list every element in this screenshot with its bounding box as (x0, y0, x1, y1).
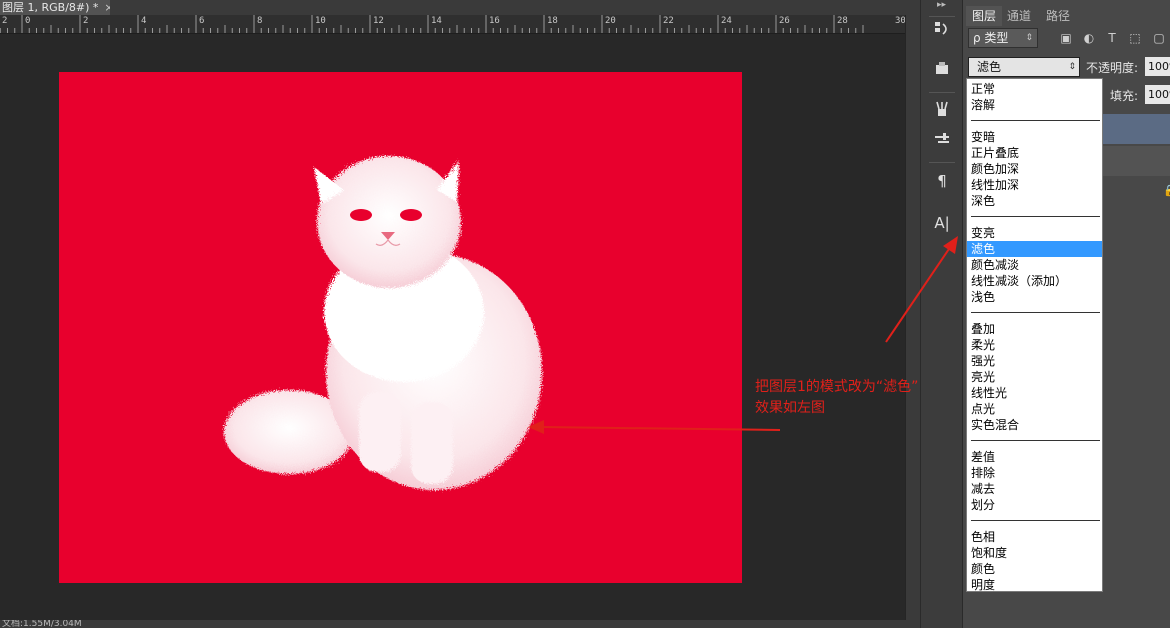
tool-separator (929, 162, 955, 163)
blend-mode-option[interactable]: 明度 (967, 577, 1102, 593)
blend-mode-option[interactable]: 排除 (967, 465, 1102, 481)
type-filter-icon[interactable]: T (1104, 30, 1120, 46)
filter-row: ρ 类型 ⇕ ▣ ◐ T ⬚ ▢ (963, 28, 1170, 50)
layer-row[interactable] (1103, 146, 1170, 176)
brush-tool-icon[interactable] (930, 100, 954, 122)
blend-mode-option[interactable]: 亮光 (967, 369, 1102, 385)
status-bar: 文档:1.55M/3.04M (0, 620, 920, 628)
ruler-label: 12 (373, 16, 384, 26)
tab-bar (110, 0, 920, 15)
filter-kind-select[interactable]: ρ 类型 ⇕ (968, 28, 1038, 48)
3d-tool-icon[interactable] (930, 60, 954, 82)
adjustment-tool-icon[interactable] (930, 130, 954, 152)
blend-mode-option[interactable]: 差值 (967, 449, 1102, 465)
ruler-label: 2 (2, 16, 8, 26)
ruler-label: 18 (547, 16, 558, 26)
shape-filter-icon[interactable]: ⬚ (1127, 30, 1143, 46)
pixel-filter-icon[interactable]: ▣ (1058, 30, 1074, 46)
blend-group-separator (971, 312, 1100, 313)
panel-tabs: 图层 通道 路径 (963, 6, 1170, 26)
annotation-text: 把图层1的模式改为“滤色” 效果如左图 (755, 377, 918, 419)
blend-group-separator (971, 440, 1100, 441)
blend-mode-option[interactable]: 线性光 (967, 385, 1102, 401)
vertical-scrollbar[interactable] (905, 15, 920, 620)
blend-mode-option[interactable]: 深色 (967, 193, 1102, 209)
blend-mode-option[interactable]: 色相 (967, 529, 1102, 545)
blend-mode-option[interactable]: 颜色加深 (967, 161, 1102, 177)
panel-tool-strip: ▸▸ ¶ A| (920, 0, 962, 628)
blend-mode-option[interactable]: 颜色减淡 (967, 257, 1102, 273)
blend-mode-option[interactable]: 正常 (967, 81, 1102, 97)
adjustment-filter-icon[interactable]: ◐ (1081, 30, 1097, 46)
blend-mode-option[interactable]: 溶解 (967, 97, 1102, 113)
tab-paths[interactable]: 路径 (1040, 6, 1076, 26)
document-size-text: 文档:1.55M/3.04M (2, 620, 82, 628)
blend-mode-option[interactable]: 正片叠底 (967, 145, 1102, 161)
history-tool-icon[interactable] (930, 20, 954, 42)
ruler-label: 14 (431, 16, 442, 26)
ruler-label: 8 (257, 16, 263, 26)
ruler-label: 6 (199, 16, 205, 26)
ruler-label: 26 (779, 16, 790, 26)
ruler-label: 4 (141, 16, 147, 26)
ruler-label: 24 (721, 16, 732, 26)
blend-mode-option[interactable]: 线性减淡（添加） (967, 273, 1102, 289)
tool-separator (929, 16, 955, 17)
ruler-label: 2 (83, 16, 89, 26)
blend-mode-option[interactable]: 饱和度 (967, 545, 1102, 561)
blend-group-separator (971, 120, 1100, 121)
opacity-label: 不透明度: (1086, 61, 1139, 75)
horizontal-ruler: 2024681012141618202224262830323436384042… (0, 15, 905, 34)
ruler-label: 10 (315, 16, 326, 26)
blend-mode-option[interactable]: 划分 (967, 497, 1102, 513)
tool-separator (929, 92, 955, 93)
fill-label: 填充: (1110, 89, 1139, 103)
filter-kind-label: ρ 类型 (973, 31, 1009, 45)
blend-mode-option[interactable]: 颜色 (967, 561, 1102, 577)
tab-channels[interactable]: 通道 (1001, 6, 1037, 26)
tab-layers[interactable]: 图层 (966, 6, 1003, 26)
ruler-label: 30 (895, 16, 905, 26)
paragraph-icon[interactable]: ¶ (930, 170, 954, 192)
ruler-label: 0 (25, 16, 31, 26)
ruler-ticks (0, 15, 864, 33)
blend-mode-option[interactable]: 强光 (967, 353, 1102, 369)
blend-mode-option[interactable]: 线性加深 (967, 177, 1102, 193)
fill-input[interactable]: 100% (1145, 85, 1170, 104)
blend-mode-option[interactable]: 叠加 (967, 321, 1102, 337)
document-canvas[interactable] (59, 72, 742, 583)
blend-mode-option[interactable]: 减去 (967, 481, 1102, 497)
blend-mode-select[interactable]: 滤色 ⇕ (968, 57, 1080, 77)
smart-object-filter-icon[interactable]: ▢ (1151, 30, 1167, 46)
annotation-line-1: 把图层1的模式改为“滤色” (755, 379, 919, 395)
document-tab-title: 图层 1, RGB/8#) * (2, 1, 99, 14)
blend-mode-option[interactable]: 变亮 (967, 225, 1102, 241)
cat-image (224, 156, 542, 490)
blend-mode-option[interactable]: 柔光 (967, 337, 1102, 353)
lock-icon: 🔒 (1163, 184, 1170, 197)
blend-mode-option[interactable]: 实色混合 (967, 417, 1102, 433)
ruler-label: 16 (489, 16, 500, 26)
document-tab[interactable]: 图层 1, RGB/8#) * × (0, 0, 110, 15)
blend-mode-option[interactable]: 点光 (967, 401, 1102, 417)
blend-mode-option[interactable]: 浅色 (967, 289, 1102, 305)
layer-row-selected[interactable] (1103, 114, 1170, 144)
opacity-input[interactable]: 100% (1145, 57, 1170, 76)
blend-mode-dropdown-list: 正常 溶解变暗 正片叠底 颜色加深 线性加深 深色变亮 滤色 颜色减淡 线性减淡（添加） 浅色叠加… (966, 78, 1103, 592)
character-icon[interactable]: A| (930, 212, 954, 234)
blend-mode-option[interactable]: 滤色 (967, 241, 1102, 257)
blend-group-separator (971, 520, 1100, 521)
ruler-label: 20 (605, 16, 616, 26)
select-arrows-icon: ⇕ (1068, 62, 1076, 72)
blend-group-separator (971, 216, 1100, 217)
ruler-label: 22 (663, 16, 674, 26)
ruler-label: 28 (837, 16, 848, 26)
annotation-line-2: 效果如左图 (755, 400, 825, 416)
collapse-icon[interactable]: ▸▸ (937, 0, 946, 10)
blend-mode-option[interactable]: 变暗 (967, 129, 1102, 145)
select-arrows-icon: ⇕ (1025, 33, 1033, 43)
blend-mode-value: 滤色 (977, 60, 1002, 74)
